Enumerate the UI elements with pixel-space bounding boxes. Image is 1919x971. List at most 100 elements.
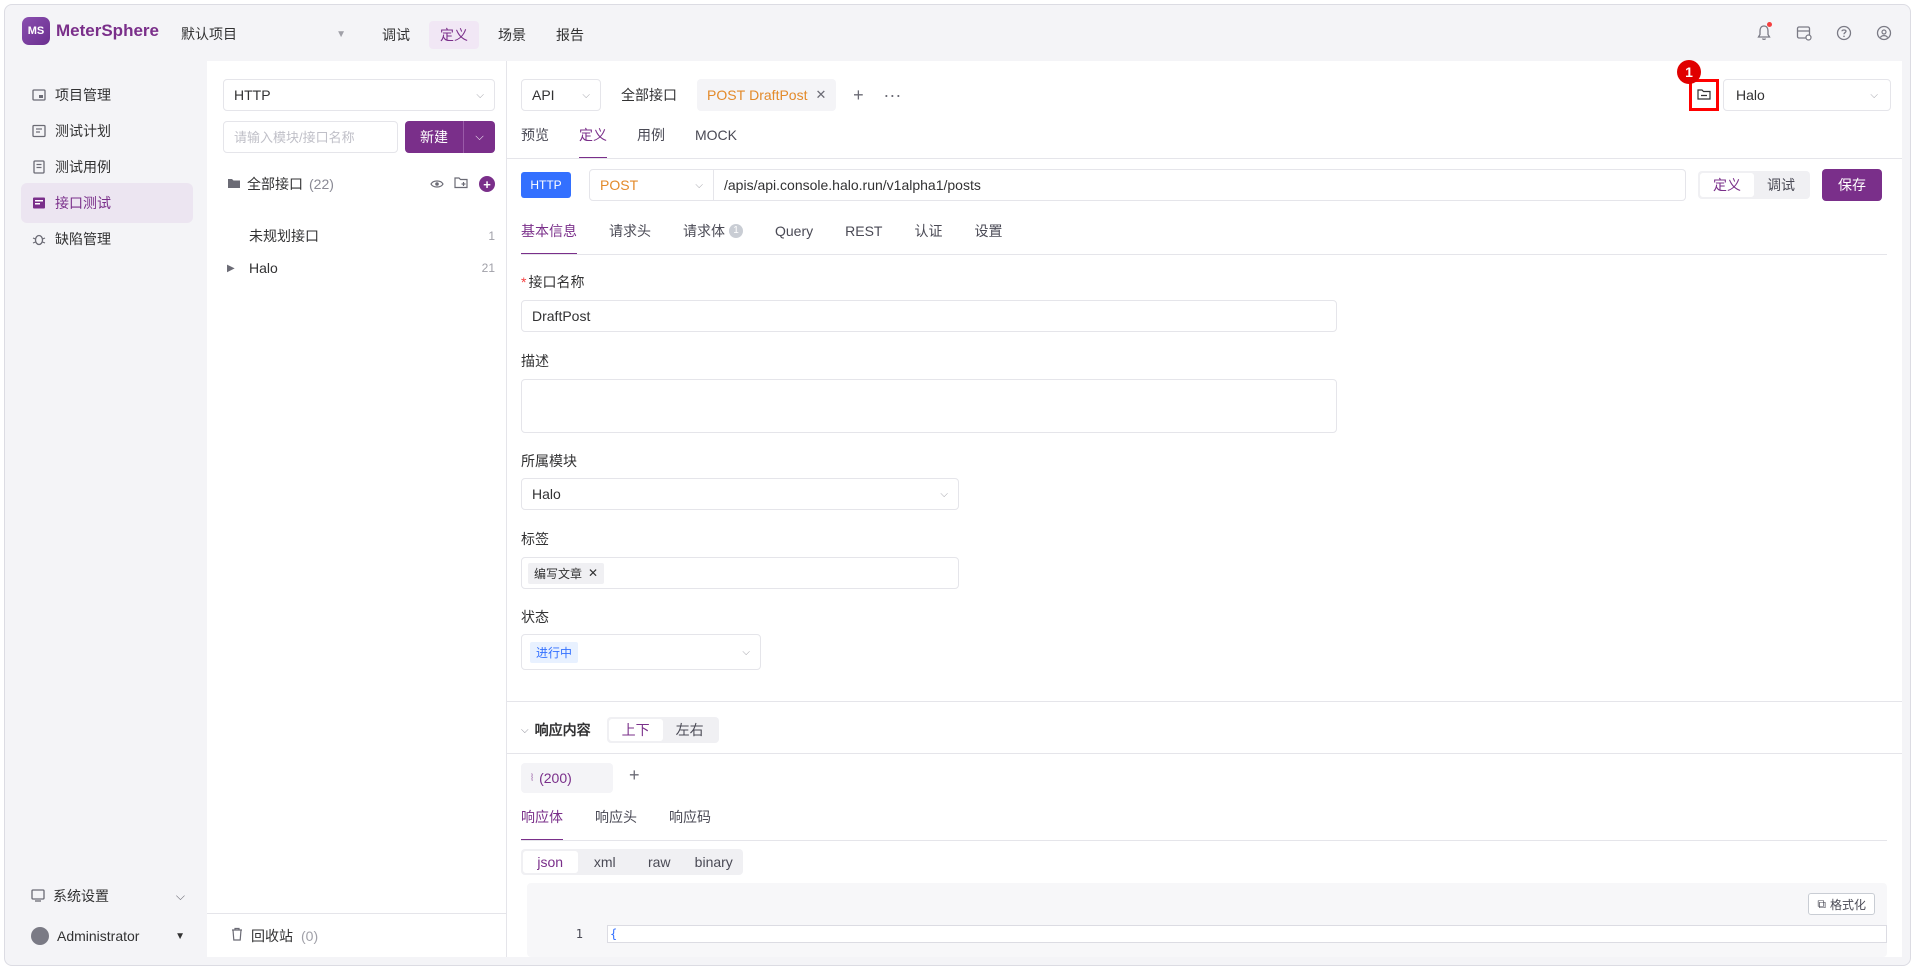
sidebar-item-test-plan[interactable]: 测试计划 — [21, 111, 193, 151]
recycle-count: (0) — [301, 927, 319, 944]
mode-definition[interactable]: 定义 — [1700, 173, 1754, 197]
url-input[interactable]: /apis/api.console.halo.run/v1alpha1/post… — [714, 169, 1686, 201]
code-text[interactable]: { — [607, 925, 1887, 943]
module-tree-panel: HTTP ⌵ 新建 ⌵ 全部接口 (22) + 未规划接口 1 ▶ Halo 2… — [207, 61, 507, 957]
layout-vertical[interactable]: 上下 — [608, 719, 663, 741]
sidebar-item-test-case[interactable]: 测试用例 — [21, 147, 193, 187]
user-settings-icon[interactable] — [1872, 21, 1896, 45]
chevron-down-icon[interactable]: ⌵ — [464, 131, 495, 144]
description-label: 描述 — [521, 353, 549, 369]
tags-input[interactable]: 编写文章 ✕ — [521, 557, 959, 589]
sidebar-item-bug-management[interactable]: 缺陷管理 — [21, 219, 193, 259]
tab-query[interactable]: Query — [775, 221, 813, 255]
tab-label: DraftPost — [749, 87, 808, 103]
add-response-icon[interactable]: + — [629, 765, 640, 786]
help-icon[interactable] — [1832, 21, 1856, 45]
sidebar-item-project-management[interactable]: 项目管理 — [21, 75, 193, 115]
method-select[interactable]: POST ⌵ — [589, 169, 714, 201]
all-apis-row[interactable]: 全部接口 (22) + — [227, 173, 495, 195]
response-code-tab[interactable]: ⦚ (200) — [521, 763, 613, 793]
tab-cases[interactable]: 用例 — [637, 125, 665, 159]
divider — [507, 158, 1902, 159]
tab-settings[interactable]: 设置 — [974, 221, 1002, 255]
api-name-input[interactable]: DraftPost — [521, 300, 1337, 332]
tab-mock[interactable]: MOCK — [695, 125, 737, 159]
add-folder-icon[interactable] — [454, 176, 469, 192]
system-settings[interactable]: 系统设置 ⌵ — [21, 879, 193, 913]
bell-icon[interactable] — [1752, 21, 1776, 45]
divider — [521, 840, 1887, 841]
tree-node-unplanned[interactable]: 未规划接口 1 — [227, 225, 495, 247]
status-select[interactable]: 进行中 ⌵ — [521, 634, 761, 670]
nav-debug[interactable]: 调试 — [371, 21, 421, 49]
environment-settings-button[interactable]: 1 — [1677, 60, 1719, 111]
code-editor[interactable]: ⧉ 格式化 1 { — [527, 883, 1887, 957]
add-api-icon[interactable]: + — [479, 176, 495, 192]
left-sidebar: 项目管理 测试计划 测试用例 接口测试 缺陷管理 系统设置 ⌵ Administ… — [5, 61, 201, 965]
tag-label: 编写文章 — [534, 566, 583, 581]
module-label: 所属模块 — [521, 453, 577, 469]
save-button[interactable]: 保存 — [1822, 169, 1882, 201]
app-window: MS MeterSphere 默认项目 ▼ 调试 定义 场景 报告 项目管理 测… — [4, 4, 1911, 966]
add-tab-icon[interactable]: + — [846, 79, 870, 111]
divider — [507, 753, 1902, 754]
settings-icon — [31, 888, 45, 905]
sidebar-item-api-test[interactable]: 接口测试 — [21, 183, 193, 223]
module-select[interactable]: Halo ⌵ — [521, 478, 959, 510]
tab-headers[interactable]: 请求头 — [609, 221, 651, 255]
divider — [507, 701, 1902, 702]
logo-mark: MS — [22, 17, 50, 45]
tab-rest[interactable]: REST — [845, 221, 882, 255]
api-name-value: DraftPost — [532, 308, 591, 324]
tab-body[interactable]: 请求体 1 — [683, 221, 743, 255]
tab-response-headers[interactable]: 响应头 — [595, 807, 637, 841]
tab-draftpost[interactable]: POST DraftPost ✕ — [697, 79, 837, 111]
test-plan-icon — [31, 123, 47, 139]
format-raw[interactable]: raw — [632, 851, 687, 873]
tab-auth[interactable]: 认证 — [914, 221, 942, 255]
more-icon[interactable]: ··· — [880, 79, 904, 111]
user-menu[interactable]: Administrator ▼ — [21, 919, 193, 953]
layout-horizontal[interactable]: 左右 — [663, 719, 717, 741]
tab-all-apis[interactable]: 全部接口 — [611, 79, 687, 111]
format-json[interactable]: json — [523, 851, 578, 873]
format-button[interactable]: ⧉ 格式化 — [1808, 893, 1875, 915]
tab-response-code[interactable]: 响应码 — [669, 807, 711, 841]
environment-select[interactable]: Halo ⌵ — [1723, 79, 1891, 111]
format-xml[interactable]: xml — [578, 851, 633, 873]
recycle-bin[interactable]: 回收站 (0) — [207, 913, 506, 957]
new-button[interactable]: 新建 ⌵ — [405, 121, 495, 153]
caret-right-icon[interactable]: ▶ — [227, 263, 241, 274]
tab-response-body[interactable]: 响应体 — [521, 807, 563, 841]
description-textarea[interactable] — [521, 379, 1337, 433]
search-input[interactable] — [223, 121, 398, 153]
api-type-select[interactable]: API ⌵ — [521, 79, 601, 111]
tree-node-count: 1 — [488, 229, 495, 243]
all-apis-label: 全部接口 — [247, 176, 303, 192]
divider — [521, 254, 1887, 255]
eye-icon[interactable] — [430, 176, 444, 192]
project-name: 默认项目 — [181, 26, 237, 42]
close-icon[interactable]: ✕ — [588, 566, 598, 580]
tree-node-count: 21 — [481, 261, 495, 275]
nav-report[interactable]: 报告 — [545, 21, 595, 49]
mode-debug[interactable]: 调试 — [1754, 173, 1808, 197]
nav-scenario[interactable]: 场景 — [487, 21, 537, 49]
sidebar-item-label: 测试计划 — [55, 123, 111, 139]
nav-definition[interactable]: 定义 — [429, 21, 479, 49]
tab-preview[interactable]: 预览 — [521, 125, 549, 159]
logo[interactable]: MS MeterSphere — [22, 17, 159, 45]
format-binary[interactable]: binary — [687, 851, 742, 873]
protocol-select[interactable]: HTTP ⌵ — [223, 79, 495, 111]
chevron-down-icon[interactable]: ⌵ — [521, 725, 529, 736]
project-select[interactable]: 默认项目 ▼ — [181, 23, 346, 45]
chevron-down-icon: ⌵ — [582, 89, 590, 101]
task-center-icon[interactable] — [1792, 21, 1816, 45]
sidebar-item-label: 项目管理 — [55, 87, 111, 103]
tab-label: 基本信息 — [521, 223, 577, 239]
tab-definition[interactable]: 定义 — [579, 125, 607, 159]
close-icon[interactable]: ✕ — [815, 87, 826, 103]
chevron-down-icon: ⌵ — [175, 888, 185, 903]
tab-basic-info[interactable]: 基本信息 — [521, 221, 577, 255]
tree-node-halo[interactable]: ▶ Halo 21 — [227, 257, 495, 279]
